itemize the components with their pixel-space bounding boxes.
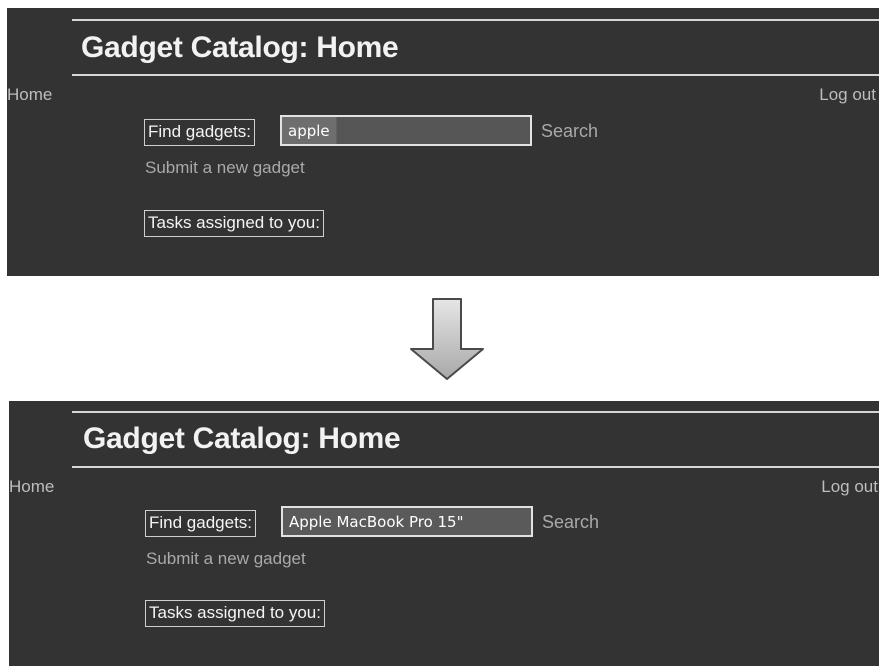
title-bottom-rule	[72, 74, 879, 76]
title-top-rule	[72, 411, 879, 413]
down-arrow-icon	[410, 298, 484, 380]
page-title: Gadget Catalog: Home	[83, 422, 401, 455]
page-title: Gadget Catalog: Home	[81, 31, 399, 64]
logout-link[interactable]: Log out	[819, 85, 876, 105]
tasks-label: Tasks assigned to you:	[145, 600, 325, 627]
nav-home-link[interactable]: Home	[9, 477, 54, 497]
nav-home-link[interactable]: Home	[7, 85, 52, 105]
logout-link[interactable]: Log out	[821, 477, 878, 497]
find-gadgets-label: Find gadgets:	[144, 119, 256, 146]
tasks-label: Tasks assigned to you:	[144, 210, 324, 237]
search-input[interactable]	[280, 115, 532, 146]
title-top-rule	[72, 19, 879, 21]
search-input[interactable]	[281, 506, 533, 537]
screen-after: Gadget Catalog: Home Home Log out Find g…	[9, 401, 879, 666]
search-button[interactable]: Search	[542, 512, 599, 533]
find-gadgets-label: Find gadgets:	[145, 510, 257, 537]
screen-before: Gadget Catalog: Home Home Log out Find g…	[7, 8, 879, 276]
submit-gadget-link[interactable]: Submit a new gadget	[146, 549, 306, 569]
title-bottom-rule	[72, 466, 879, 468]
submit-gadget-link[interactable]: Submit a new gadget	[145, 158, 305, 178]
search-button[interactable]: Search	[541, 121, 598, 142]
